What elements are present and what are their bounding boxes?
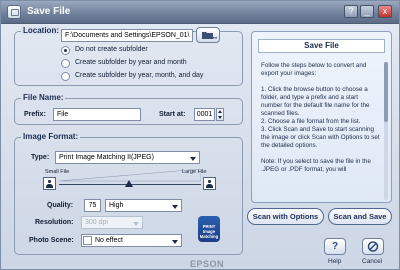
folder-icon	[202, 32, 217, 39]
quality-level-select[interactable]: High	[105, 199, 182, 212]
chevron-down-icon[interactable]	[190, 157, 196, 161]
photo-scene-select[interactable]: No effect	[81, 234, 182, 247]
cancel-icon	[367, 241, 379, 252]
type-select-value: Print Image Matching II(JPEG)	[59, 154, 154, 161]
help-icon: ?	[331, 241, 339, 252]
epson-logo: EPSON	[190, 259, 225, 269]
scan-with-options-button[interactable]: Scan with Options	[247, 208, 324, 225]
scanner-app-icon	[7, 5, 21, 19]
radio-button[interactable]	[61, 59, 70, 68]
minimize-button[interactable]: _	[360, 5, 374, 18]
chevron-down-icon[interactable]	[172, 240, 178, 244]
chevron-down-icon	[133, 222, 139, 226]
radio-button[interactable]	[61, 46, 70, 55]
prefix-input[interactable]: File	[53, 108, 141, 121]
radio-label: Do not create subfolder	[75, 46, 148, 53]
chevron-down-icon[interactable]	[172, 205, 178, 209]
quality-slider-thumb[interactable]	[125, 180, 133, 187]
quality-label: Quality:	[47, 202, 74, 209]
cancel-button-label: Cancel	[362, 258, 383, 265]
photo-scene-swatch-icon	[83, 236, 92, 245]
photo-scene-value: No effect	[95, 237, 123, 244]
help-title-button[interactable]: ?	[344, 5, 358, 18]
start-number-spinner[interactable]	[216, 108, 224, 121]
help-button-label: Help	[328, 258, 342, 265]
help-panel-scrollbar[interactable]	[384, 62, 388, 200]
spinner-down-icon[interactable]	[218, 116, 222, 119]
scan-and-save-button[interactable]: Scan and Save	[328, 208, 392, 225]
resolution-select: 300 dpi	[81, 216, 143, 229]
image-format-label: Image Format:	[21, 132, 81, 141]
small-file-person-icon	[43, 177, 56, 190]
photo-scene-label: Photo Scene:	[29, 237, 74, 244]
radio-button[interactable]	[61, 72, 70, 81]
start-at-label: Start at:	[159, 111, 186, 118]
cancel-button[interactable]	[362, 238, 384, 255]
file-name-label: File Name:	[21, 93, 66, 102]
save-file-window: Save File ? _ x Location: F:\Documents a…	[0, 0, 400, 270]
help-panel: Save File Follow the steps below to conv…	[251, 31, 392, 203]
badge-text: PRINT Image Matching	[199, 224, 219, 239]
help-panel-text: Follow the steps below to convert and ex…	[261, 62, 380, 173]
prefix-label: Prefix:	[24, 111, 46, 118]
help-panel-title: Save File	[258, 39, 385, 53]
title-bar: Save File ? _ x	[1, 1, 399, 24]
start-number-input[interactable]: 0001	[194, 108, 215, 121]
resolution-value: 300 dpi	[85, 219, 108, 226]
browse-button[interactable]	[196, 27, 220, 43]
window-title: Save File	[27, 6, 71, 17]
location-label: Location:	[21, 26, 61, 35]
type-select[interactable]: Print Image Matching II(JPEG)	[55, 151, 200, 164]
resolution-label: Resolution:	[35, 219, 74, 226]
help-button[interactable]: ?	[324, 238, 346, 255]
spinner-up-icon[interactable]	[218, 110, 222, 113]
type-label: Type:	[31, 154, 50, 161]
scrollbar-thumb[interactable]	[384, 62, 388, 122]
radio-label: Create subfolder by year, month, and day	[75, 72, 204, 79]
location-path-field[interactable]: F:\Documents and Settings\EPSON_01\	[61, 29, 193, 42]
radio-label: Create subfolder by year and month	[75, 59, 187, 66]
print-image-matching-badge-icon: PRINT Image Matching	[198, 216, 220, 242]
quality-number-input[interactable]: 75	[84, 199, 101, 212]
close-button[interactable]: x	[378, 5, 392, 18]
quality-level-value: High	[109, 202, 124, 209]
large-file-person-icon	[203, 177, 216, 190]
